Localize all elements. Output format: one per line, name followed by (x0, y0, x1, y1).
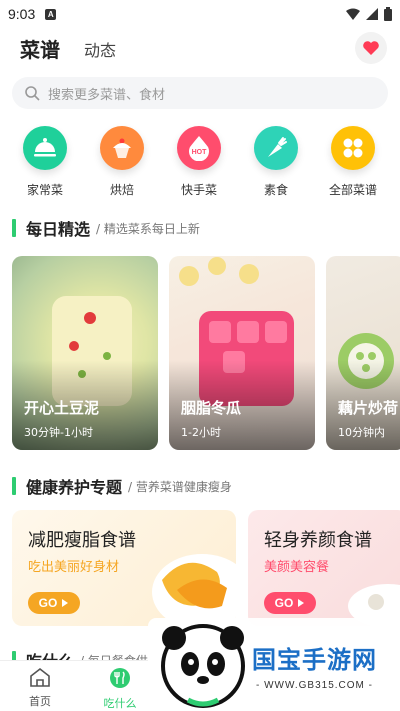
watermark-text: 国宝手游网 (252, 646, 377, 674)
section-daily-picks: 每日精选 / 精选菜系每日上新 (12, 216, 200, 240)
play-arrow-icon (298, 599, 305, 607)
tab-recipes[interactable]: 菜谱 (20, 34, 60, 63)
topic-subtitle: 美颜美容餐 (264, 560, 330, 575)
cupcake-icon (100, 126, 144, 170)
topic-subtitle: 吃出美丽好身材 (28, 560, 120, 575)
category-quick-dishes[interactable]: HOT 快手菜 (161, 126, 237, 198)
topic-card-slimming[interactable]: 减肥瘦脂食谱 吃出美丽好身材 GO (12, 510, 236, 626)
recipe-card-winter-melon[interactable]: 胭脂冬瓜 1-2小时 (169, 256, 315, 450)
category-label: 快手菜 (180, 183, 217, 197)
svg-text:HOT: HOT (192, 149, 208, 156)
recipe-card-potato[interactable]: 开心土豆泥 30分钟-1小时 (12, 256, 158, 450)
status-time: 9:03 (8, 6, 36, 22)
header: 菜谱 动态 (0, 28, 400, 68)
category-label: 全部菜谱 (328, 183, 377, 197)
section-title: 每日精选 (26, 220, 91, 239)
topic-card-beauty[interactable]: 轻身养颜食谱 美颜美容餐 GO (248, 510, 400, 626)
status-icons (346, 7, 392, 21)
category-label: 素食 (263, 183, 288, 197)
play-arrow-icon (62, 599, 69, 607)
go-button[interactable]: GO (264, 592, 316, 614)
category-baking[interactable]: 烘焙 (84, 126, 160, 198)
category-label: 家常菜 (26, 183, 63, 197)
category-vegetarian[interactable]: 素食 (238, 126, 314, 198)
recipe-card-lotus[interactable]: 藕片炒荷 10分钟内 (326, 256, 400, 450)
grid-icon (331, 126, 375, 170)
section-title: 健康养护专题 (26, 478, 123, 497)
heart-icon (363, 41, 379, 55)
fork-knife-icon (110, 668, 130, 688)
section-accent-bar (12, 477, 16, 495)
search-placeholder: 搜索更多菜谱、食材 (48, 87, 166, 103)
dish-cover-icon (23, 126, 67, 170)
go-label: GO (274, 596, 294, 610)
watermark-overlay: 国宝手游网 - WWW.GB315.COM - (148, 618, 400, 711)
topic-title: 减肥瘦脂食谱 (28, 530, 136, 551)
battery-icon (384, 7, 392, 21)
category-row: 家常菜 烘焙 HOT 快手菜 素食 全部菜谱 (0, 126, 400, 201)
recipe-name: 藕片炒荷 (338, 399, 399, 417)
category-all-recipes[interactable]: 全部菜谱 (315, 126, 391, 198)
recipe-time: 1-2小时 (181, 426, 221, 439)
recipe-name: 胭脂冬瓜 (181, 399, 242, 417)
section-health: 健康养护专题 / 营养菜谱健康瘦身 (12, 474, 232, 498)
go-button[interactable]: GO (28, 592, 80, 614)
watermark-url: - WWW.GB315.COM - (256, 680, 373, 691)
section-subtitle: / 精选菜系每日上新 (96, 221, 200, 236)
recipe-time: 10分钟内 (338, 426, 385, 439)
nav-home[interactable]: 首页 (0, 667, 80, 709)
app-screen: 9:03 A 菜谱 动态 搜索更多菜谱、食材 家常菜 烘焙 HOT 快手菜 素食… (0, 0, 400, 711)
search-bar[interactable]: 搜索更多菜谱、食材 (12, 77, 388, 109)
recipe-time: 30分钟-1小时 (24, 426, 93, 439)
notification-icon: A (45, 8, 57, 20)
category-home-cooking[interactable]: 家常菜 (7, 126, 83, 198)
search-icon (25, 86, 40, 101)
section-accent-bar (12, 219, 16, 237)
section-subtitle: / 营养菜谱健康瘦身 (128, 479, 232, 494)
nav-label: 首页 (29, 695, 51, 708)
go-label: GO (38, 596, 58, 610)
topic-title: 轻身养颜食谱 (264, 530, 372, 551)
panda-logo-icon (161, 624, 245, 708)
tab-feed[interactable]: 动态 (84, 37, 116, 61)
category-label: 烘焙 (109, 183, 134, 197)
home-icon (30, 667, 50, 687)
status-bar: 9:03 A (0, 0, 400, 28)
favorites-button[interactable] (355, 32, 387, 64)
recipe-name: 开心土豆泥 (24, 399, 100, 417)
carrot-icon (254, 126, 298, 170)
signal-icon (366, 8, 378, 20)
wifi-icon (346, 8, 360, 20)
hot-badge-icon: HOT (177, 126, 221, 170)
